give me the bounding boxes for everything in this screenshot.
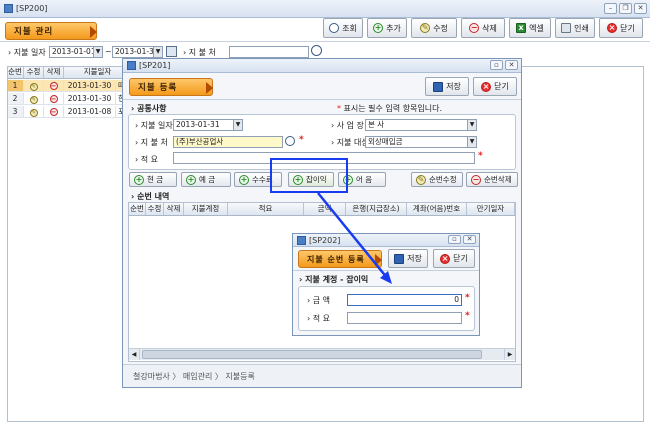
annotation-arrow [317, 192, 392, 284]
